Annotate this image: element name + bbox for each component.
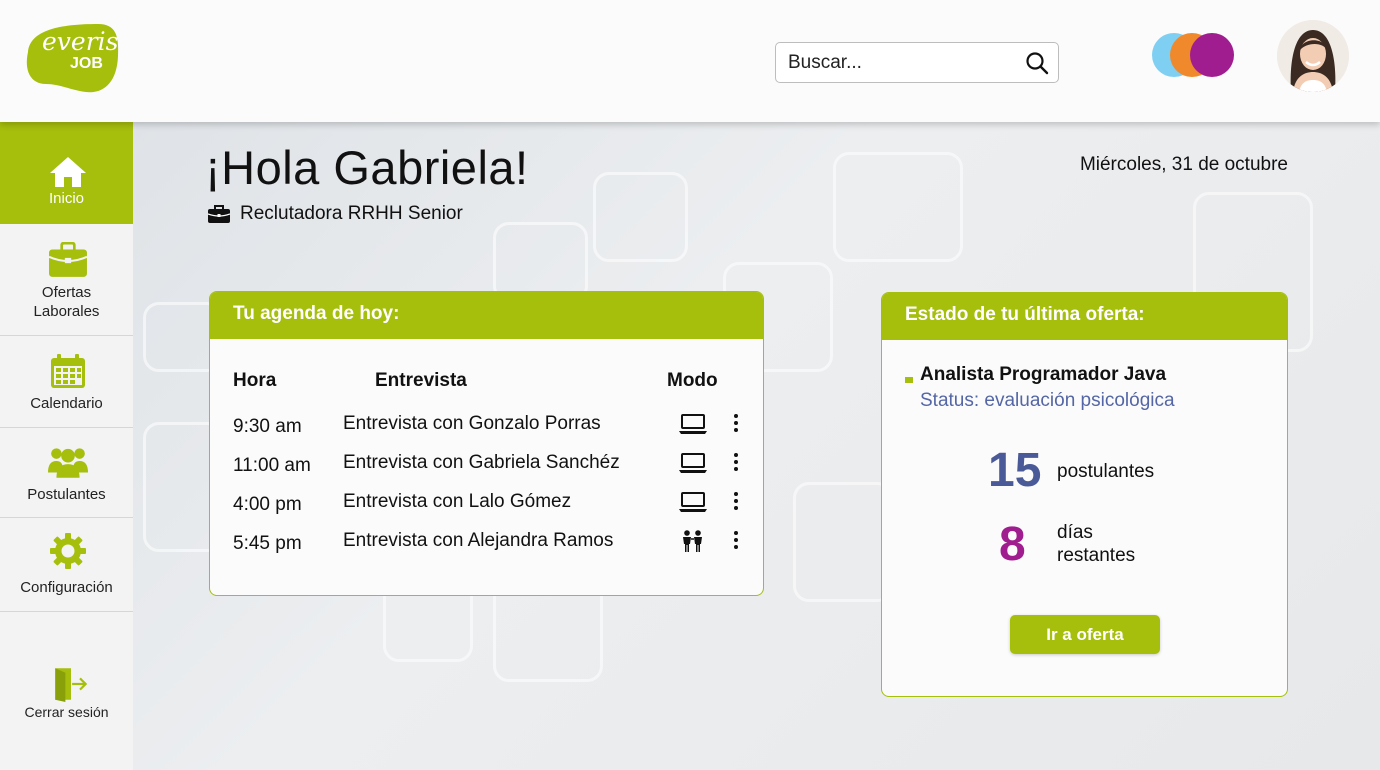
laptop-icon <box>679 492 707 512</box>
sidebar-item-label: Calendario <box>30 395 103 412</box>
briefcase-icon <box>208 205 230 223</box>
sidebar-item-calendario[interactable]: Calendario <box>0 336 133 428</box>
row-time: 5:45 pm <box>233 533 302 554</box>
job-title: Analista Programador Java <box>920 364 1167 385</box>
row-time: 11:00 am <box>233 455 311 476</box>
sidebar-item-label: Inicio <box>48 190 85 207</box>
laptop-icon <box>679 414 707 434</box>
agenda-card: Tu agenda de hoy: Hora Entrevista Modo 9… <box>209 291 764 596</box>
row-interview[interactable]: Entrevista con Gonzalo Porras <box>343 413 601 435</box>
days-remaining-count: 8 <box>999 518 1026 571</box>
job-status: Status: evaluación psicológica <box>920 390 1175 411</box>
circle-purple <box>1190 33 1234 77</box>
home-icon <box>50 157 86 187</box>
role-label: Reclutadora RRHH Senior <box>240 203 463 224</box>
logo-text-everis: everis <box>42 27 119 56</box>
offer-status-card: Estado de tu última oferta: Analista Pro… <box>881 292 1288 697</box>
decorative-tile <box>833 152 963 262</box>
days-label-2: restantes <box>1057 545 1136 566</box>
agenda-card-title: Tu agenda de hoy: <box>210 292 763 339</box>
offer-card-title: Estado de tu última oferta: <box>882 293 1287 340</box>
sidebar-item-ofertas[interactable]: Ofertas Laborales <box>0 224 133 336</box>
logout-icon <box>55 668 88 702</box>
column-header-hora: Hora <box>233 370 277 391</box>
applicants-label: postulantes <box>1057 461 1155 482</box>
column-header-modo: Modo <box>667 370 718 391</box>
top-header: everis JOB <box>0 0 1380 122</box>
row-time: 4:00 pm <box>233 494 302 515</box>
laptop-icon <box>679 453 707 473</box>
row-interview[interactable]: Entrevista con Lalo Gómez <box>343 491 571 513</box>
sidebar-item-label: Postulantes <box>27 486 106 503</box>
decorative-tile <box>593 172 688 262</box>
sidebar-item-label: Configuración <box>20 579 113 596</box>
column-header-entrevista: Entrevista <box>375 370 467 391</box>
color-circles[interactable] <box>1152 33 1236 79</box>
search-icon[interactable] <box>1025 51 1049 75</box>
logout-label: Cerrar sesión <box>24 704 109 720</box>
users-icon <box>48 448 88 478</box>
sidebar-item-configuracion[interactable]: Configuración <box>0 518 133 612</box>
sidebar-item-inicio[interactable]: Inicio <box>0 122 133 224</box>
in-person-icon <box>683 530 702 552</box>
sidebar-item-postulantes[interactable]: Postulantes <box>0 428 133 518</box>
more-options-icon[interactable] <box>730 413 742 435</box>
current-date: Miércoles, 31 de octubre <box>1079 154 1288 175</box>
row-interview[interactable]: Entrevista con Alejandra Ramos <box>343 530 613 552</box>
calendar-icon <box>51 354 85 388</box>
go-to-offer-button[interactable]: Ir a oferta <box>1010 615 1160 654</box>
everis-job-logo[interactable]: everis JOB <box>20 22 120 94</box>
days-label-1: días <box>1057 522 1093 543</box>
decorative-tile <box>493 222 588 302</box>
decorative-tile <box>793 482 893 602</box>
search-box <box>775 42 1059 83</box>
gear-icon <box>50 533 86 569</box>
avatar[interactable] <box>1277 20 1349 92</box>
logo-text-job: JOB <box>70 55 103 72</box>
more-options-icon[interactable] <box>730 491 742 513</box>
more-options-icon[interactable] <box>730 530 742 552</box>
bullet-marker <box>905 377 913 383</box>
row-interview[interactable]: Entrevista con Gabriela Sanchéz <box>343 452 620 474</box>
row-time: 9:30 am <box>233 416 302 437</box>
page-title: ¡Hola Gabriela! <box>205 141 529 194</box>
applicants-count: 15 <box>988 444 1042 497</box>
sidebar: Inicio Ofertas Laborales Calendario Post… <box>0 122 133 770</box>
logout-button[interactable]: Cerrar sesión <box>0 652 133 732</box>
more-options-icon[interactable] <box>730 452 742 474</box>
search-input[interactable] <box>788 48 1018 78</box>
user-role: Reclutadora RRHH Senior <box>208 203 463 225</box>
sidebar-item-label: Ofertas Laborales <box>33 284 100 320</box>
briefcase-icon <box>48 242 88 277</box>
